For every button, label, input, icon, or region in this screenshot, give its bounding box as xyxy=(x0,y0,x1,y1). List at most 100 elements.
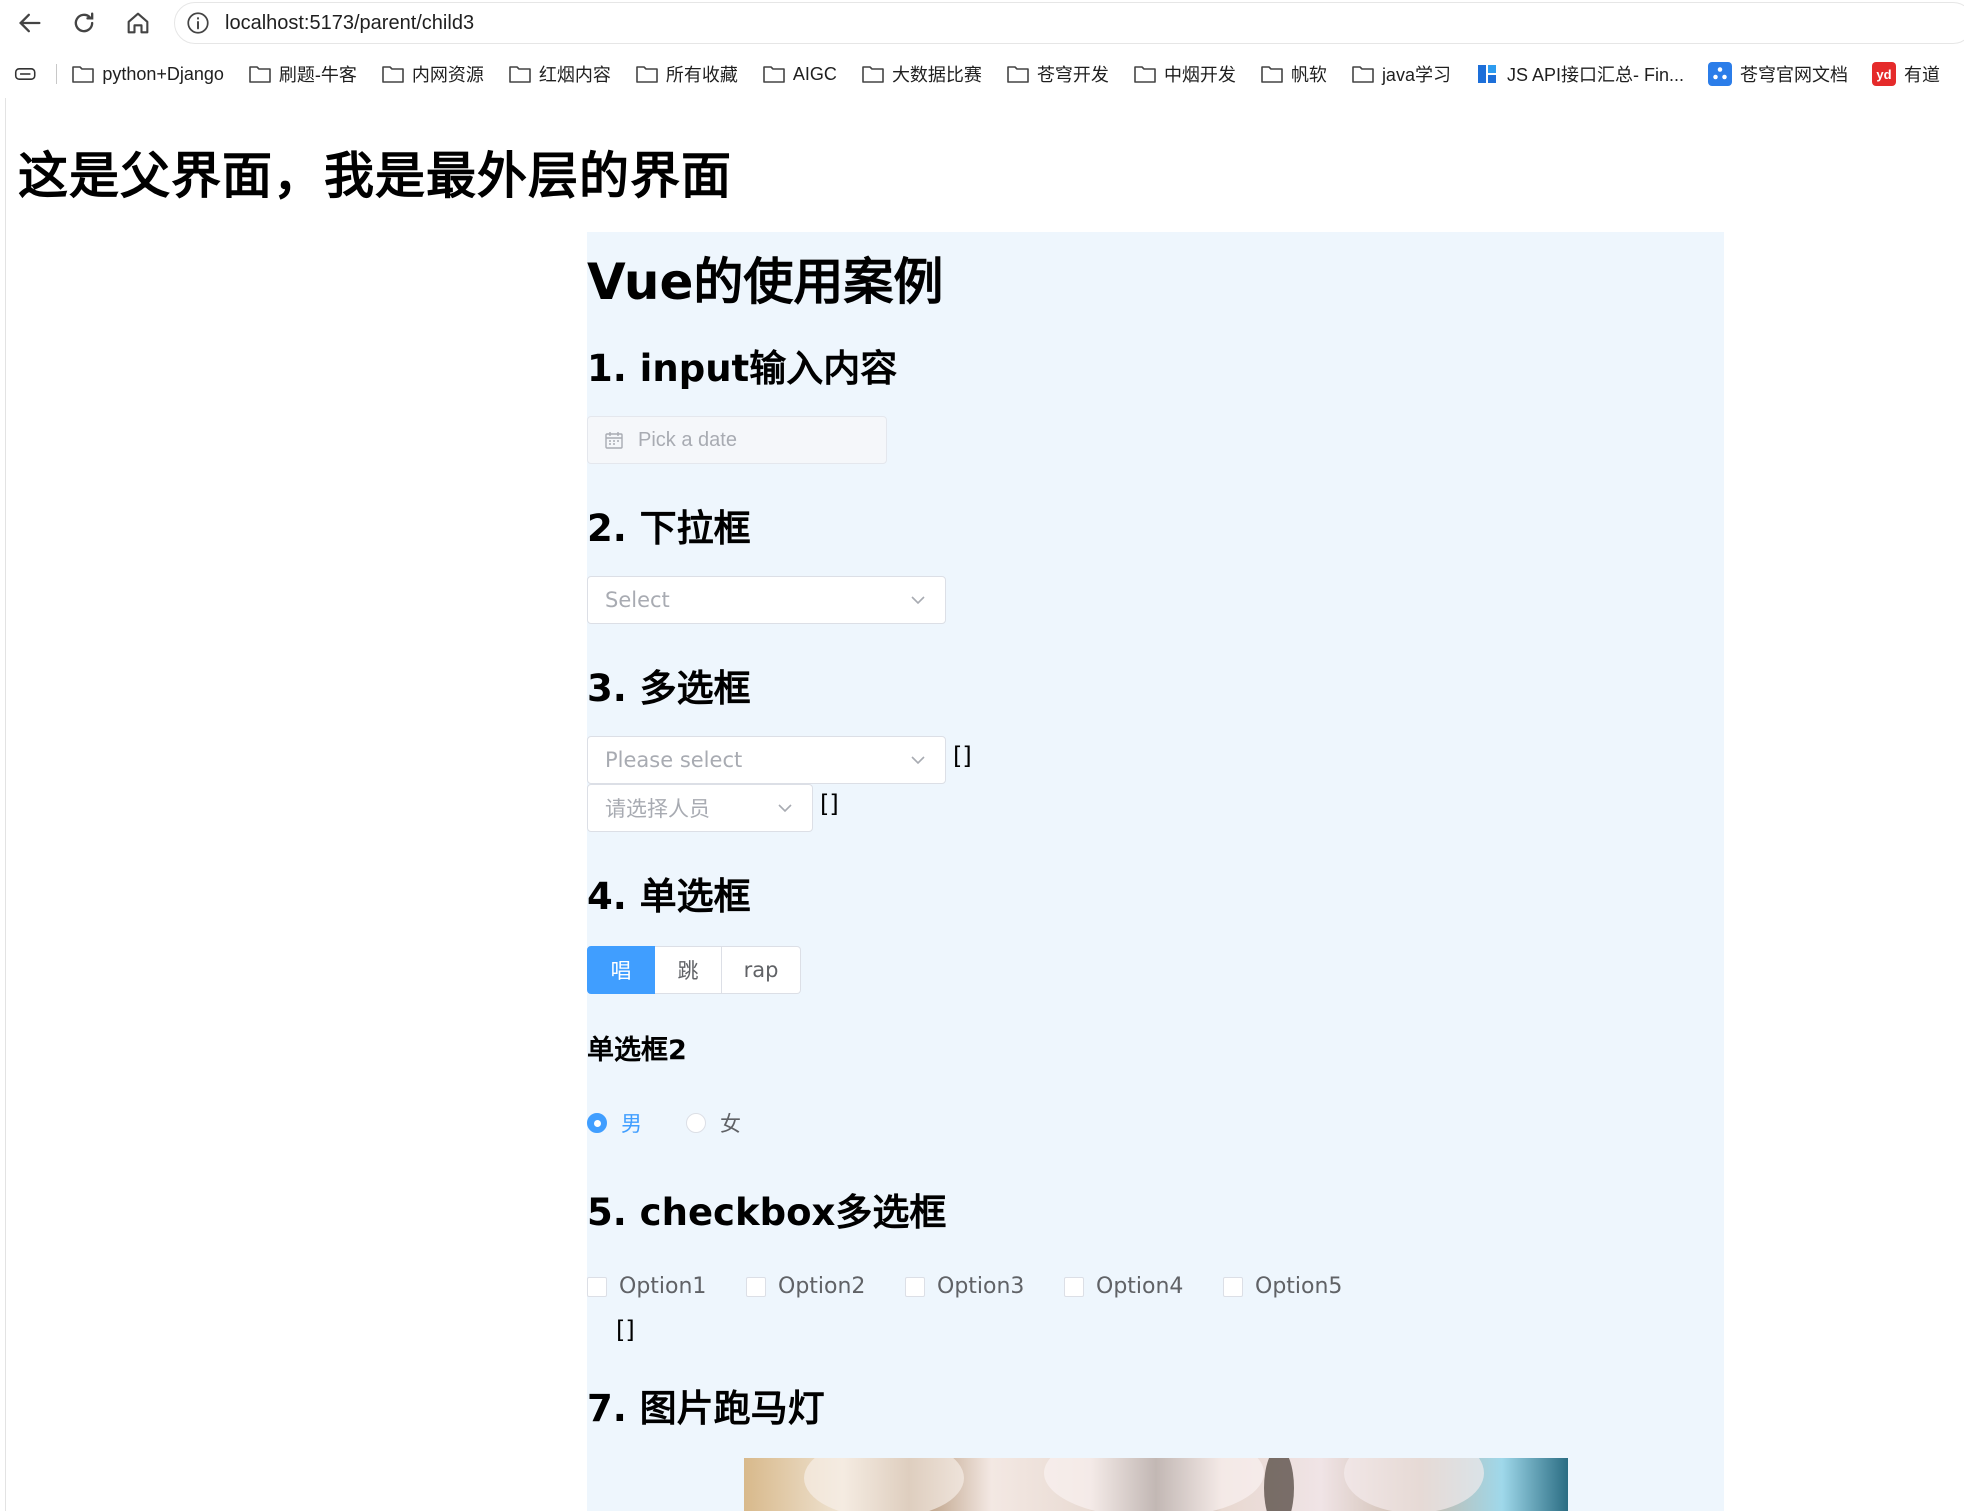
bookmark-fanruan[interactable]: 帆软 xyxy=(1260,61,1327,87)
checkbox-icon xyxy=(1223,1276,1243,1297)
bookmark-bigdata[interactable]: 大数据比赛 xyxy=(861,61,982,87)
chevron-down-icon xyxy=(911,756,925,765)
bookmark-label: 内网资源 xyxy=(411,65,484,85)
checkbox-label: Option4 xyxy=(1096,1274,1184,1299)
section-heading-radio: 4. 单选框 xyxy=(587,875,751,918)
folder-icon xyxy=(862,66,884,83)
bookmark-label: 帆软 xyxy=(1290,65,1327,85)
viewport-border xyxy=(5,98,6,1511)
radio-button-dance[interactable]: 跳 xyxy=(655,946,722,994)
checkbox-icon xyxy=(1064,1276,1084,1297)
carousel-image-texture xyxy=(1344,1458,1484,1511)
checkbox-label: Option5 xyxy=(1255,1274,1343,1299)
panel-title: Vue的使用案例 xyxy=(587,253,944,311)
folder-icon xyxy=(1134,66,1156,83)
chevron-down-icon xyxy=(911,596,925,605)
back-button[interactable] xyxy=(10,4,50,42)
checkbox-option3[interactable]: Option3 xyxy=(905,1274,1024,1299)
multi-select-dropdown[interactable]: Please select xyxy=(587,736,946,784)
bookmark-js-api[interactable]: JS API接口汇总- Fin... xyxy=(1474,61,1684,87)
checkbox-option4[interactable]: Option4 xyxy=(1064,1274,1183,1299)
person-select-value: [] xyxy=(820,790,839,818)
bookmarks-separator xyxy=(56,64,58,84)
multi-select-value: [] xyxy=(953,742,972,770)
reload-button[interactable] xyxy=(64,4,104,42)
carousel-image-texture xyxy=(1264,1458,1294,1511)
section-heading-carousel: 7. 图片跑马灯 xyxy=(587,1387,825,1430)
bookmark-label: 有道 xyxy=(1904,65,1940,85)
bookmark-java[interactable]: java学习 xyxy=(1351,61,1451,87)
url-text[interactable]: localhost:5173/parent/child3 xyxy=(225,12,474,35)
checkbox-label: Option1 xyxy=(619,1274,707,1299)
section-heading-radio2: 单选框2 xyxy=(587,1035,687,1066)
reload-icon xyxy=(74,12,94,33)
radio-button-group: 唱 跳 rap xyxy=(587,946,801,994)
bookmark-youdao[interactable]: yd 有道 xyxy=(1872,61,1940,87)
address-bar[interactable]: localhost:5173/parent/child3 xyxy=(174,2,1964,44)
checkbox-label: Option2 xyxy=(778,1274,866,1299)
radio-option-female[interactable]: 女 xyxy=(686,1108,741,1138)
bookmark-label: 中烟开发 xyxy=(1163,65,1236,85)
select-placeholder: Select xyxy=(605,588,670,612)
bookmark-all[interactable]: 所有收藏 xyxy=(635,61,738,87)
radio-label-male: 男 xyxy=(621,1112,642,1136)
folder-icon xyxy=(382,66,404,83)
carousel-image-texture xyxy=(804,1458,964,1511)
section-heading-input: 1. input输入内容 xyxy=(587,347,898,390)
bookmark-zhongyan[interactable]: 中烟开发 xyxy=(1133,61,1236,87)
bookmark-label: python+Django xyxy=(102,63,224,84)
bookmark-neiwang[interactable]: 内网资源 xyxy=(381,61,484,87)
info-icon[interactable] xyxy=(185,10,211,36)
radio-button-sing[interactable]: 唱 xyxy=(587,946,655,994)
bookmark-label: java学习 xyxy=(1381,65,1451,85)
multi-select-placeholder: Please select xyxy=(605,748,743,772)
reading-list-icon[interactable] xyxy=(14,64,36,84)
checkbox-option5[interactable]: Option5 xyxy=(1223,1274,1342,1299)
radio-label-female: 女 xyxy=(720,1112,741,1136)
bookmark-shuati[interactable]: 刷题-牛客 xyxy=(248,61,357,87)
section-heading-multi: 3. 多选框 xyxy=(587,667,751,710)
person-select-dropdown[interactable]: 请选择人员 xyxy=(587,784,813,832)
checkbox-icon xyxy=(746,1276,766,1297)
person-select-placeholder: 请选择人员 xyxy=(605,797,710,821)
date-picker-input[interactable]: Pick a date xyxy=(587,416,887,464)
bookmark-hongyan[interactable]: 红烟内容 xyxy=(508,61,611,87)
bookmark-label: 苍穹开发 xyxy=(1036,65,1109,85)
folder-icon xyxy=(636,66,658,83)
bookmark-python-django[interactable]: python+Django xyxy=(71,63,224,85)
youdao-favicon-icon: yd xyxy=(1872,62,1896,86)
folder-icon xyxy=(509,66,531,83)
bookmark-label: 刷题-牛客 xyxy=(278,65,357,85)
checkbox-value: [] xyxy=(616,1316,635,1344)
browser-toolbar: localhost:5173/parent/child3 xyxy=(0,0,1964,46)
finereport-favicon-icon xyxy=(1474,62,1499,86)
kingdee-favicon-icon xyxy=(1708,62,1732,86)
bookmark-cangqiong-docs[interactable]: 苍穹官网文档 xyxy=(1708,61,1848,87)
bookmark-label: 红烟内容 xyxy=(538,65,611,85)
home-icon xyxy=(127,12,149,34)
bookmark-label: 所有收藏 xyxy=(665,65,738,85)
radio-option-male[interactable]: 男 xyxy=(587,1108,642,1138)
radio-checked-icon xyxy=(587,1113,607,1133)
folder-icon xyxy=(72,66,95,83)
checkbox-option1[interactable]: Option1 xyxy=(587,1274,706,1299)
folder-icon xyxy=(1352,66,1374,83)
date-picker-placeholder: Pick a date xyxy=(638,428,737,451)
folder-icon xyxy=(763,66,785,83)
checkbox-icon xyxy=(905,1276,925,1297)
bookmark-cangqiong[interactable]: 苍穹开发 xyxy=(1006,61,1109,87)
bookmark-aigc[interactable]: AIGC xyxy=(762,63,837,85)
home-button[interactable] xyxy=(118,4,158,42)
radio-button-rap[interactable]: rap xyxy=(722,946,801,994)
checkbox-icon xyxy=(587,1276,607,1297)
section-heading-select: 2. 下拉框 xyxy=(587,507,751,550)
checkbox-option2[interactable]: Option2 xyxy=(746,1274,865,1299)
folder-icon xyxy=(249,66,271,83)
section-heading-checkbox: 5. checkbox多选框 xyxy=(587,1191,947,1234)
bookmark-label: AIGC xyxy=(792,63,837,84)
folder-icon xyxy=(1261,66,1283,83)
select-dropdown[interactable]: Select xyxy=(587,576,946,624)
chevron-down-icon xyxy=(778,804,792,813)
bookmark-label: 大数据比赛 xyxy=(891,65,982,85)
image-carousel[interactable] xyxy=(744,1458,1568,1511)
